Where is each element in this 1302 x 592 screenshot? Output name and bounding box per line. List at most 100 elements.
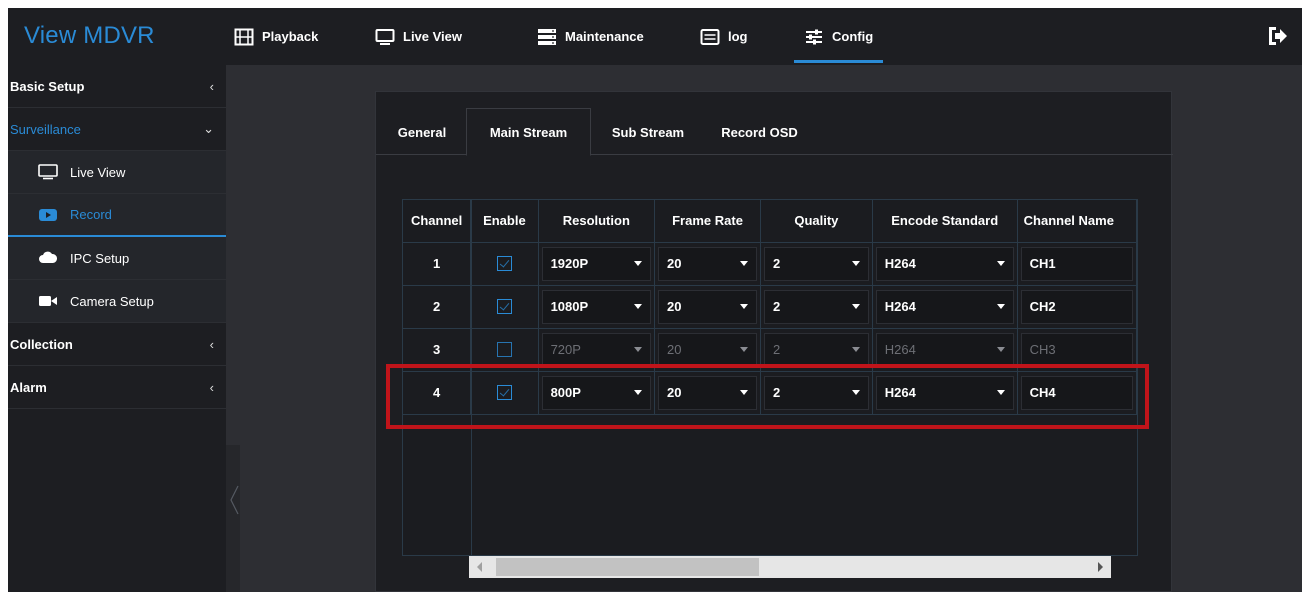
select-value: 2: [773, 256, 781, 271]
select-value: 20: [667, 342, 682, 357]
sidebar-item-alarm[interactable]: Alarm ‹: [8, 366, 226, 409]
nav-playback-label: Playback: [262, 29, 319, 44]
select-value: H264: [884, 342, 916, 357]
select-value: 720P: [550, 342, 581, 357]
server-icon: [538, 28, 556, 45]
enable-checkbox[interactable]: [496, 342, 512, 357]
enable-checkbox[interactable]: [496, 256, 512, 271]
chevron-left-icon: ‹: [209, 78, 214, 94]
sidebar-item-ipc-setup[interactable]: IPC Setup: [8, 237, 226, 280]
channel-name-input[interactable]: CH4: [1020, 375, 1133, 410]
enable-cell: [470, 371, 539, 415]
nav-config[interactable]: Config: [794, 8, 884, 65]
nav-playback[interactable]: Playback: [234, 8, 318, 65]
logout-icon[interactable]: [1266, 25, 1288, 47]
nav-log-label: log: [728, 29, 748, 44]
table-row: 2 1080P 20 2 H264 CH2: [403, 285, 1137, 329]
column-header: Enable: [470, 200, 539, 243]
sidebar-item-basic-setup[interactable]: Basic Setup ‹: [8, 65, 226, 108]
scrollbar-thumb[interactable]: [496, 558, 759, 576]
sliders-icon: [806, 29, 822, 44]
enable-cell: [470, 242, 539, 286]
enable-checkbox[interactable]: [496, 385, 512, 400]
sidebar-gutter-upper: [226, 65, 240, 445]
table-row: 3 720P 20 2 H264 CH3: [403, 328, 1137, 372]
dropdown-arrow-icon: [996, 346, 1005, 352]
sidebar-item-surveillance[interactable]: Surveillance ⌄: [8, 108, 226, 151]
frame-rate-select[interactable]: 20: [658, 246, 758, 281]
resolution-select[interactable]: 1080P: [541, 289, 652, 324]
sidebar-item-label: Camera Setup: [70, 293, 154, 309]
channel-number: 3: [403, 328, 472, 372]
column-header: Quality: [760, 200, 873, 243]
dropdown-arrow-icon: [851, 346, 860, 352]
cloud-icon: [39, 251, 58, 263]
quality-select[interactable]: 2: [764, 332, 869, 367]
select-value: 800P: [550, 385, 581, 400]
select-value: H264: [884, 385, 916, 400]
top-navigation-bar: View MDVR Playback Live View Maintenance…: [8, 8, 1302, 65]
frame-rate-select[interactable]: 20: [658, 375, 758, 410]
dropdown-arrow-icon: [740, 389, 749, 395]
horizontal-scrollbar[interactable]: [469, 556, 1111, 578]
dropdown-arrow-icon: [996, 303, 1005, 309]
tab-label: Main Stream: [489, 124, 568, 140]
scroll-right-icon[interactable]: [1098, 562, 1103, 572]
tab-general[interactable]: General: [386, 108, 458, 156]
sidebar-item-collection[interactable]: Collection ‹: [8, 323, 226, 366]
sidebar-item-label: Basic Setup: [10, 78, 85, 94]
sidebar-item-live-view[interactable]: Live View: [8, 151, 226, 194]
quality-select[interactable]: 2: [764, 246, 869, 281]
channel-name-input[interactable]: CH3: [1020, 332, 1133, 367]
encode-standard-select[interactable]: H264: [875, 375, 1014, 410]
sidebar-item-record[interactable]: Record: [8, 194, 226, 237]
dropdown-arrow-icon: [851, 389, 860, 395]
sidebar: Basic Setup ‹ Surveillance ⌄ Live View R…: [8, 65, 226, 592]
chevron-left-icon: ‹: [209, 379, 214, 395]
monitor-icon: [375, 28, 395, 45]
stream-table-container: Channel Enable Resolution Frame Rate Qua…: [402, 199, 1138, 556]
channel-number: 4: [403, 371, 472, 415]
tab-sub-stream[interactable]: Sub Stream: [598, 108, 698, 156]
resolution-select[interactable]: 1920P: [541, 246, 652, 281]
scroll-left-icon[interactable]: [477, 562, 482, 572]
sidebar-item-camera-setup[interactable]: Camera Setup: [8, 280, 226, 323]
dropdown-arrow-icon: [634, 346, 643, 352]
encode-standard-select[interactable]: H264: [875, 332, 1014, 367]
encode-standard-select[interactable]: H264: [875, 289, 1014, 324]
tab-main-stream[interactable]: Main Stream: [466, 108, 591, 156]
select-value: 20: [667, 299, 682, 314]
channel-name-input[interactable]: CH2: [1020, 289, 1133, 324]
select-value: 1920P: [550, 256, 589, 271]
collapse-sidebar-icon[interactable]: [228, 484, 240, 516]
sidebar-item-label: Collection: [10, 336, 73, 352]
chevron-left-icon: ‹: [209, 336, 214, 352]
nav-log[interactable]: log: [700, 8, 748, 65]
table-header-row: Channel Enable Resolution Frame Rate Qua…: [403, 200, 1137, 243]
stream-table: Channel Enable Resolution Frame Rate Qua…: [403, 200, 1137, 415]
nav-live-view[interactable]: Live View: [375, 8, 462, 65]
enable-checkbox[interactable]: [496, 299, 512, 314]
chevron-down-icon: ⌄: [203, 121, 214, 136]
encode-standard-select[interactable]: H264: [875, 246, 1014, 281]
frame-rate-select[interactable]: 20: [658, 289, 758, 324]
dropdown-arrow-icon: [851, 260, 860, 266]
nav-maintenance[interactable]: Maintenance: [537, 8, 644, 65]
tab-record-osd[interactable]: Record OSD: [712, 108, 807, 156]
frame-rate-select[interactable]: 20: [658, 332, 758, 367]
dropdown-arrow-icon: [996, 389, 1005, 395]
nav-live-view-label: Live View: [403, 29, 463, 44]
quality-select[interactable]: 2: [764, 289, 869, 324]
dropdown-arrow-icon: [634, 389, 643, 395]
enable-cell: [470, 285, 539, 329]
main-content: General Main Stream Sub Stream Record OS…: [240, 65, 1302, 592]
app-title: View MDVR: [24, 22, 155, 49]
film-icon: [234, 28, 254, 45]
stream-config-panel: General Main Stream Sub Stream Record OS…: [375, 91, 1173, 592]
dropdown-arrow-icon: [634, 303, 643, 309]
quality-select[interactable]: 2: [764, 375, 869, 410]
channel-name-input[interactable]: CH1: [1020, 246, 1133, 281]
resolution-select[interactable]: 720P: [541, 332, 652, 367]
resolution-select[interactable]: 800P: [541, 375, 652, 410]
enable-cell: [470, 328, 539, 372]
